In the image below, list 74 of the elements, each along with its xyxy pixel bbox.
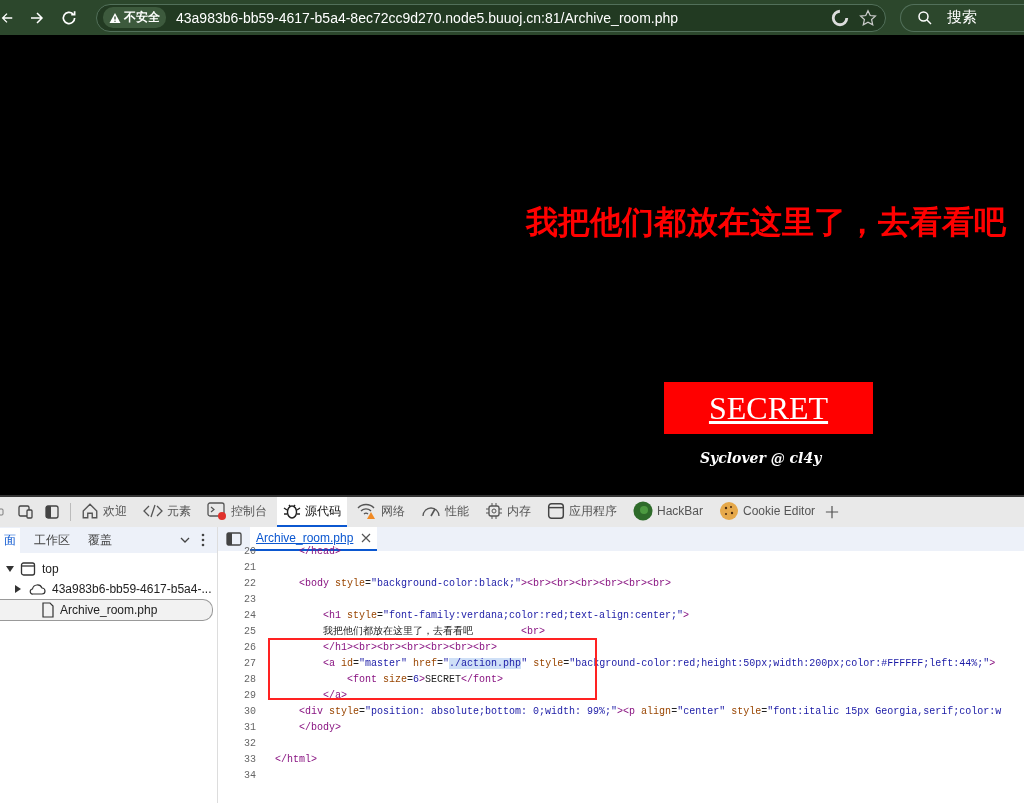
line-number: 23 <box>243 593 256 605</box>
devtools-tab[interactable]: 内存 <box>479 497 537 527</box>
address-bar[interactable]: 不安全 43a983b6-bb59-4617-b5a4-8ec72cc9d270.node5.buuoj.cn:81/Archive_room.php <box>96 3 886 32</box>
tree-item[interactable]: Archive_room.php <box>0 599 213 621</box>
line-number: 33 <box>243 753 256 765</box>
warning-icon <box>109 11 121 24</box>
caret-down-icon[interactable] <box>6 565 14 573</box>
code-line: 我把他们都放在这里了，去看看吧 <br> <box>322 624 546 638</box>
code-line: <body style="background-color:black;"><br><br><br><br><br><br> <box>298 577 672 589</box>
code-line: </html> <box>275 753 317 765</box>
devtools-tab[interactable]: 控制台 <box>201 497 273 527</box>
line-number: 29 <box>243 689 256 701</box>
line-number: 27 <box>243 657 256 669</box>
code-line: <h1 style="font-family:verdana;color:red;text-align:center;"> <box>322 609 690 621</box>
line-number: 21 <box>243 561 256 573</box>
window-icon <box>20 561 36 577</box>
devtools-tab[interactable]: Cookie Editor <box>713 497 822 527</box>
line-number: 34 <box>243 769 256 781</box>
tree-label: top <box>42 562 59 576</box>
devtools-tab[interactable]: 元素 <box>137 497 197 527</box>
line-number: 24 <box>243 609 256 621</box>
line-number: 25 <box>243 625 256 637</box>
line-number: 32 <box>243 737 256 749</box>
bug-icon <box>283 502 301 520</box>
hackbar-logo-icon <box>633 501 653 521</box>
line-number: 28 <box>243 673 256 685</box>
devtools-tab[interactable]: 欢迎 <box>75 497 133 527</box>
tree-item[interactable]: top <box>0 559 213 579</box>
line-number: 30 <box>243 705 256 717</box>
line-number: 31 <box>243 721 256 733</box>
wifi-icon <box>357 502 377 520</box>
cookie-icon <box>719 501 739 521</box>
star-icon[interactable] <box>859 8 877 27</box>
console-icon <box>207 502 227 520</box>
code-line: </h1><br><br><br><br><br><br> <box>322 641 498 653</box>
devtools-tab[interactable]: 性能 <box>415 497 475 527</box>
close-icon[interactable] <box>361 533 372 543</box>
devtools-tab[interactable]: HackBar <box>627 497 709 527</box>
sidebar-tab[interactable]: 工作区 <box>30 527 74 553</box>
code-line: </body> <box>298 721 341 733</box>
file-icon <box>42 602 54 618</box>
url-text: 43a983b6-bb59-4617-b5a4-8ec72cc9d270.node5.buuoj.cn:81/Archive_room.php <box>176 9 679 26</box>
search-icon <box>917 9 933 26</box>
page-heading: 我把他们都放在这里了，去看看吧 <box>526 202 1006 243</box>
code-line: </a> <box>322 689 347 701</box>
tree-label: 43a983b6-bb59-4617-b5a4-... <box>52 582 212 596</box>
home-icon <box>81 502 99 520</box>
line-number: 22 <box>243 577 256 589</box>
device-icon[interactable] <box>18 504 34 520</box>
reload-icon[interactable] <box>60 8 78 27</box>
sidebar-tab[interactable]: 面 <box>0 527 20 553</box>
sidebar-tab[interactable]: 覆盖 <box>84 527 116 553</box>
forward-icon[interactable] <box>28 9 46 26</box>
add-tab-icon[interactable] <box>825 505 840 519</box>
security-badge[interactable]: 不安全 <box>103 7 166 28</box>
chip-icon <box>485 502 503 520</box>
more-icon[interactable] <box>201 533 205 547</box>
code-icon <box>143 503 163 519</box>
devtools-tab[interactable]: 网络 <box>351 497 411 527</box>
code-line: <font size=6>SECRET</font> <box>346 673 504 685</box>
devtools-tab[interactable]: 应用程序 <box>541 497 623 527</box>
search-placeholder: 搜索 <box>947 8 977 27</box>
footer-text: Syclover @ cl4y <box>700 450 822 466</box>
tree-label: Archive_room.php <box>60 603 158 617</box>
code-line: <div style="position: absolute;bottom: 0;width: 99%;"><p align="center" style="font:italic 15px Georgia,serif;color:w <box>298 705 1002 717</box>
window-icon <box>547 502 565 520</box>
dock-side-icon[interactable] <box>44 504 60 520</box>
cloud-icon <box>28 582 46 596</box>
tree-item[interactable]: 43a983b6-bb59-4617-b5a4-... <box>0 579 213 599</box>
toggle-navigator-icon[interactable] <box>226 532 242 546</box>
secret-link[interactable]: SECRET <box>664 382 873 434</box>
devtools-tab[interactable]: 源代码 <box>277 497 347 527</box>
line-number: 26 <box>243 641 256 653</box>
caret-right-icon[interactable] <box>14 585 22 593</box>
